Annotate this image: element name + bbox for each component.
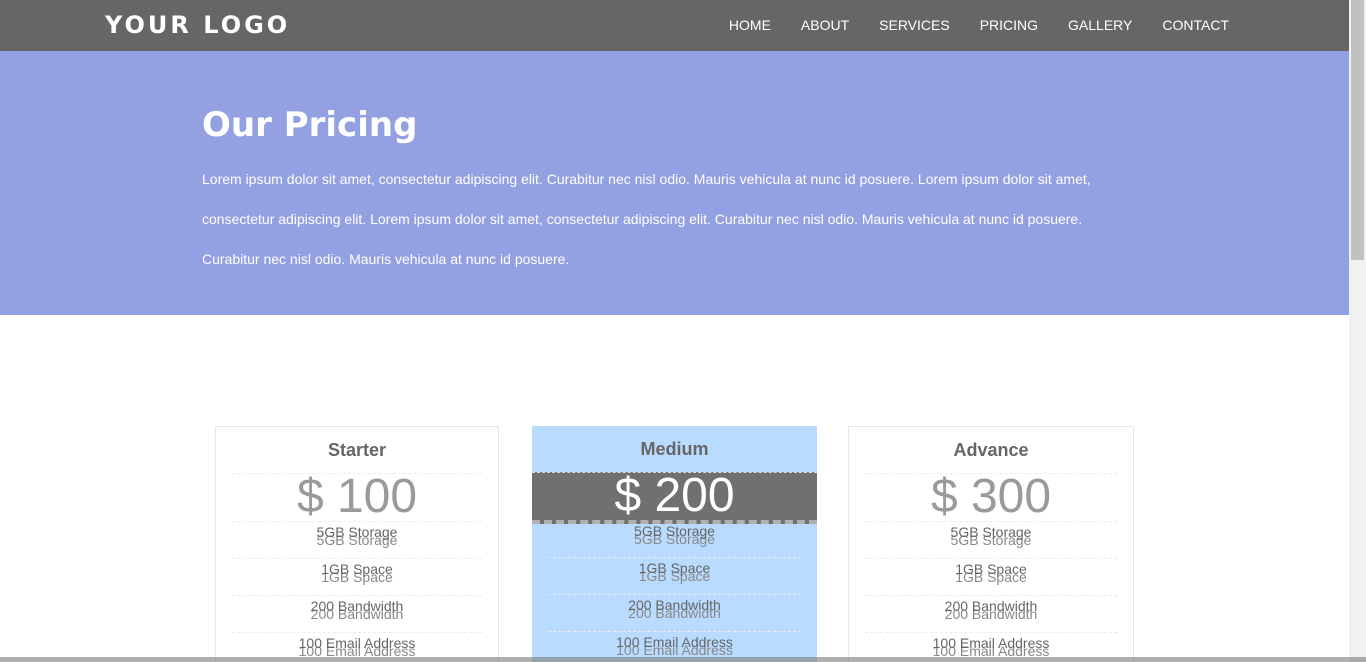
feature-label: 200 Bandwidth <box>628 597 721 613</box>
nav-home[interactable]: HOME <box>729 17 771 33</box>
feature-label: 100 Email Address <box>616 634 733 650</box>
feature-label: 5GB Storage <box>950 524 1032 540</box>
feature-item: 200 Bandwidth 200 Bandwidth <box>548 594 801 632</box>
plan-price: $ 200 <box>614 469 735 522</box>
plan-name: Advance <box>953 440 1029 460</box>
feature-label: 100 Email Address <box>932 635 1050 651</box>
feature-label: 1GB Space <box>955 561 1027 577</box>
feature-label: 1GB Space <box>321 561 393 577</box>
plan-price: $ 300 <box>930 470 1052 523</box>
pricing-card-medium[interactable]: Medium $ 200 5GB Storage 5GB Storage 1GB… <box>532 426 817 662</box>
horizontal-scrollbar[interactable] <box>0 657 1366 662</box>
price-band: $ 200 <box>532 472 817 524</box>
feature-item: 200 Bandwidth 200 Bandwidth <box>232 595 482 633</box>
nav-services[interactable]: SERVICES <box>879 17 950 33</box>
logo[interactable]: YOUR LOGO <box>105 11 290 39</box>
hero-section: Our Pricing Lorem ipsum dolor sit amet, … <box>0 51 1349 315</box>
nav-about[interactable]: ABOUT <box>801 17 849 33</box>
site-header: YOUR LOGO HOME ABOUT SERVICES PRICING GA… <box>0 0 1349 51</box>
pricing-card-advance[interactable]: Advance $ 300 5GB Storage 5GB Storage 1G… <box>848 426 1134 662</box>
feature-label: 5GB Storage <box>316 524 398 540</box>
plan-name: Starter <box>327 440 387 460</box>
feature-item: 5GB Storage 5GB Storage <box>865 521 1117 559</box>
nav-gallery[interactable]: GALLERY <box>1068 17 1132 33</box>
feature-label: 1GB Space <box>638 560 711 576</box>
feature-item: 200 Bandwidth 200 Bandwidth <box>865 595 1117 633</box>
main-nav: HOME ABOUT SERVICES PRICING GALLERY CONT… <box>699 17 1229 33</box>
feature-label: 100 Email Address <box>298 635 416 651</box>
nav-pricing[interactable]: PRICING <box>980 17 1038 33</box>
feature-item: 1GB Space 1GB Space <box>548 557 801 595</box>
price-band: $ 100 <box>232 473 482 522</box>
feature-label: 5GB Storage <box>634 523 715 539</box>
nav-contact[interactable]: CONTACT <box>1162 17 1229 33</box>
feature-item: 1GB Space 1GB Space <box>865 558 1117 596</box>
feature-label: 200 Bandwidth <box>310 598 404 614</box>
plan-price: $ 100 <box>296 470 418 523</box>
page-title: Our Pricing <box>202 105 418 145</box>
feature-item: 1GB Space 1GB Space <box>232 558 482 596</box>
feature-item: 5GB Storage 5GB Storage <box>232 521 482 559</box>
pricing-card-starter[interactable]: Starter $ 100 5GB Storage 5GB Storage 1G… <box>215 426 499 662</box>
hero-description: Lorem ipsum dolor sit amet, consectetur … <box>202 171 1091 267</box>
price-band: $ 300 <box>865 473 1117 522</box>
feature-item: 5GB Storage 5GB Storage <box>548 520 801 558</box>
scrollbar-thumb[interactable] <box>1351 0 1364 260</box>
feature-label: 200 Bandwidth <box>944 598 1038 614</box>
plan-name: Medium <box>640 439 709 459</box>
page: YOUR LOGO HOME ABOUT SERVICES PRICING GA… <box>0 0 1349 662</box>
